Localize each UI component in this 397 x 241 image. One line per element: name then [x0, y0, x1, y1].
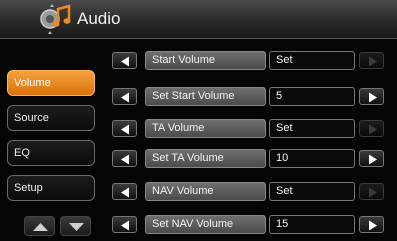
- setting-label: TA Volume: [145, 119, 266, 138]
- decrease-button[interactable]: [112, 216, 137, 233]
- triangle-down-icon: [69, 223, 84, 231]
- setting-value[interactable]: Set: [269, 51, 355, 70]
- decrease-button[interactable]: [112, 52, 137, 69]
- right-arrow-icon: [369, 56, 377, 67]
- scroll-down-button[interactable]: [60, 216, 91, 236]
- right-arrow-icon: [369, 92, 377, 103]
- decrease-button[interactable]: [112, 88, 137, 105]
- right-arrow-icon: [369, 154, 377, 165]
- right-arrow-icon: [369, 187, 377, 198]
- title-bar: Audio: [0, 0, 397, 39]
- setting-label: NAV Volume: [145, 182, 266, 201]
- increase-button[interactable]: [359, 88, 384, 105]
- audio-settings-icon: [40, 4, 71, 34]
- right-arrow-icon: [369, 124, 377, 135]
- increase-button: [359, 120, 384, 137]
- setting-value[interactable]: 10: [269, 149, 355, 168]
- setting-value[interactable]: 5: [269, 87, 355, 106]
- left-arrow-icon: [121, 56, 129, 67]
- right-arrow-icon: [369, 220, 377, 231]
- increase-button: [359, 52, 384, 69]
- increase-button[interactable]: [359, 150, 384, 167]
- increase-button: [359, 183, 384, 200]
- decrease-button[interactable]: [112, 150, 137, 167]
- setting-value[interactable]: 15: [269, 215, 355, 234]
- setting-label: Set Start Volume: [145, 87, 266, 106]
- setting-value[interactable]: Set: [269, 182, 355, 201]
- left-arrow-icon: [121, 92, 129, 103]
- triangle-up-icon: [33, 223, 48, 231]
- scroll-up-button[interactable]: [24, 216, 55, 236]
- page-title: Audio: [77, 9, 121, 28]
- setting-label: Set TA Volume: [145, 149, 266, 168]
- sidebar-item-eq[interactable]: EQ: [7, 140, 95, 166]
- left-arrow-icon: [121, 220, 129, 231]
- sidebar-item-setup[interactable]: Setup: [7, 175, 95, 201]
- increase-button[interactable]: [359, 216, 384, 233]
- setting-label: Set NAV Volume: [145, 215, 266, 234]
- sidebar-item-volume[interactable]: Volume: [7, 70, 95, 96]
- decrease-button[interactable]: [112, 120, 137, 137]
- left-arrow-icon: [121, 124, 129, 135]
- left-arrow-icon: [121, 187, 129, 198]
- sidebar-item-source[interactable]: Source: [7, 105, 95, 131]
- decrease-button[interactable]: [112, 183, 137, 200]
- setting-label: Start Volume: [145, 51, 266, 70]
- setting-value[interactable]: Set: [269, 119, 355, 138]
- left-arrow-icon: [121, 154, 129, 165]
